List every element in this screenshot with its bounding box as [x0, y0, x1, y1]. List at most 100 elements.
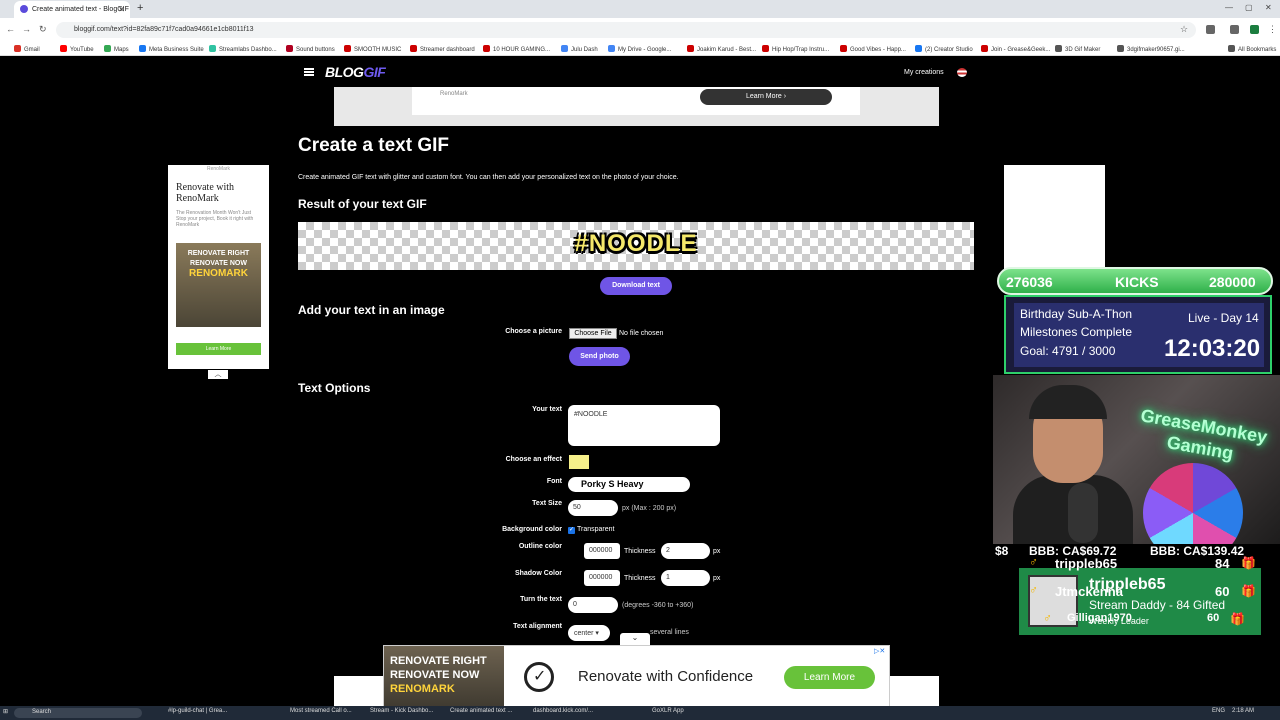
bookmark-favicon-icon: [209, 45, 216, 52]
bookmark-favicon-icon: [561, 45, 568, 52]
side-ad[interactable]: RenoMark Renovate with RenoMark The Reno…: [168, 165, 269, 369]
send-photo-button[interactable]: Send photo: [569, 347, 630, 366]
subathon-goal: Goal: 4791 / 3000: [1020, 344, 1116, 358]
bookmark-item[interactable]: YouTube: [60, 45, 94, 53]
bookmark-item[interactable]: SMOOTH MUSIC: [344, 45, 401, 53]
menu-kebab-icon[interactable]: ⋮: [1268, 24, 1277, 35]
bookmark-item[interactable]: Sound buttons: [286, 45, 335, 53]
outline-color-swatch[interactable]: [570, 544, 584, 558]
outline-thickness-input[interactable]: 2: [661, 543, 710, 559]
turn-text-input[interactable]: 0: [568, 597, 618, 613]
maximize-icon[interactable]: ▢: [1245, 3, 1253, 12]
choose-picture-label: Choose a picture: [505, 328, 562, 335]
extension-icon[interactable]: [1206, 25, 1215, 34]
forward-icon[interactable]: →: [22, 24, 31, 34]
bookmark-favicon-icon: [915, 45, 922, 52]
top-ad-banner[interactable]: RenoMark Learn More ›: [334, 87, 939, 126]
bookmark-item[interactable]: 10 HOUR GAMING...: [483, 45, 550, 53]
bottom-ad[interactable]: RENOVATE RIGHT RENOVATE NOW RENOMARK Ren…: [383, 645, 890, 709]
download-icon[interactable]: [1230, 25, 1239, 34]
bookmark-label: Good Vibes - Happ...: [850, 47, 906, 53]
reload-icon[interactable]: ↻: [39, 24, 47, 35]
language-indicator[interactable]: ENG: [1212, 708, 1225, 714]
url-field[interactable]: bloggif.com/text?id=82fa89c71f7cad0a9466…: [56, 22, 1196, 38]
browser-tab[interactable]: Create animated text - BlogGIF ✕: [14, 1, 130, 18]
font-select[interactable]: Porky S Heavy: [568, 477, 690, 492]
bookmark-item[interactable]: 3D Gif Maker: [1055, 45, 1100, 53]
leaderboard-name: trippleb65: [1055, 556, 1118, 571]
ad-choices-icon[interactable]: ▷✕: [874, 647, 885, 655]
bottom-ad-img-line2: RENOVATE NOW: [390, 669, 480, 681]
taskbar-app[interactable]: Most streamed Call o...: [290, 708, 352, 714]
extension-icon[interactable]: [1250, 25, 1259, 34]
leaderboard-row: ♂ Gilligan1970 60 🎁: [1025, 609, 1261, 631]
gif-preview: #NOODLE: [298, 222, 974, 270]
bookmark-item[interactable]: My Drive - Google...: [608, 45, 671, 53]
side-ad-learn-more-button[interactable]: Learn More: [176, 343, 261, 355]
taskbar-app[interactable]: dashboard.kick.com/...: [533, 708, 593, 714]
shadow-thickness-input[interactable]: 1: [661, 570, 710, 586]
bookmark-item[interactable]: Good Vibes - Happ...: [840, 45, 906, 53]
side-ad-title: Renovate with RenoMark: [176, 182, 235, 204]
new-tab-icon[interactable]: +: [137, 2, 143, 14]
no-file-text: No file chosen: [619, 330, 664, 337]
bookmark-item[interactable]: All Bookmarks: [1228, 45, 1276, 53]
bookmark-item[interactable]: 3dgifmaker90657.gi...: [1117, 45, 1185, 53]
text-size-input[interactable]: 50: [568, 500, 618, 516]
bookmark-item[interactable]: (2) Creator Studio: [915, 45, 973, 53]
bookmark-star-icon[interactable]: ☆: [1180, 24, 1188, 35]
bookmark-item[interactable]: Streamer dashboard: [410, 45, 475, 53]
taskbar-app[interactable]: GoXLR App: [652, 708, 684, 714]
bookmark-label: SMOOTH MUSIC: [354, 47, 402, 53]
tab-title: Create animated text - BlogGIF: [32, 6, 129, 13]
back-icon[interactable]: ←: [6, 24, 15, 34]
taskbar-app[interactable]: #lp-guild-chat | Grea...: [168, 708, 227, 714]
bookmark-item[interactable]: Streamlabs Dashbo...: [209, 45, 277, 53]
taskbar-app[interactable]: Create animated text ...: [450, 708, 512, 714]
bookmark-favicon-icon: [483, 45, 490, 52]
outline-color-input[interactable]: 000000: [584, 543, 620, 559]
bookmark-favicon-icon: [687, 45, 694, 52]
taskbar-app[interactable]: Stream - Kick Dashbo...: [370, 708, 433, 714]
bookmark-item[interactable]: Hip Hop/Trap Instru...: [762, 45, 829, 53]
effect-swatch[interactable]: [569, 455, 589, 469]
bloggif-logo[interactable]: BLOGGIF: [325, 64, 386, 80]
your-text-input[interactable]: #NOODLE: [568, 405, 720, 446]
transparent-checkbox[interactable]: ✓: [568, 527, 575, 534]
windows-taskbar: ⊞ Search #lp-guild-chat | Grea... Most s…: [0, 706, 1280, 720]
taskbar-search[interactable]: Search: [14, 708, 142, 718]
bookmark-item[interactable]: Joakim Karud - Best...: [687, 45, 756, 53]
download-text-button[interactable]: Download text: [600, 277, 672, 295]
bookmark-item[interactable]: Maps: [104, 45, 129, 53]
right-ad[interactable]: [1004, 165, 1105, 283]
bookmark-favicon-icon: [1117, 45, 1124, 52]
bloggif-favicon-icon: [20, 5, 28, 13]
webcam-feed: GreaseMonkey Gaming: [993, 375, 1280, 544]
bookmark-item[interactable]: Join - Grease&Geek...: [981, 45, 1050, 53]
collapse-ad-chevron-down-icon[interactable]: ⌄: [620, 633, 650, 645]
top-ad-learn-more-button[interactable]: Learn More ›: [700, 89, 832, 105]
bookmark-label: Join - Grease&Geek...: [991, 47, 1051, 53]
my-creations-link[interactable]: My creations: [904, 69, 944, 76]
hamburger-menu-icon[interactable]: [304, 68, 314, 76]
minimize-icon[interactable]: —: [1225, 3, 1233, 12]
text-alignment-select[interactable]: center ▾: [568, 625, 610, 641]
bbb-prefix: $8: [995, 544, 1009, 558]
bookmark-item[interactable]: Julu Dash: [561, 45, 598, 53]
bookmark-label: Meta Business Suite: [149, 47, 204, 53]
collapse-ad-chevron-up-icon[interactable]: ︿: [208, 370, 228, 379]
us-flag-icon[interactable]: [957, 68, 967, 77]
shadow-color-input[interactable]: 000000: [584, 570, 620, 586]
bookmark-label: 3dgifmaker90657.gi...: [1127, 47, 1185, 53]
start-icon[interactable]: ⊞: [3, 708, 8, 715]
clock[interactable]: 2:18 AM: [1232, 708, 1254, 714]
close-tab-icon[interactable]: ✕: [118, 5, 125, 14]
bookmark-item[interactable]: Gmail: [14, 45, 40, 53]
close-window-icon[interactable]: ✕: [1265, 3, 1272, 12]
bookmark-item[interactable]: Meta Business Suite: [139, 45, 204, 53]
bookmark-favicon-icon: [608, 45, 615, 52]
bottom-ad-learn-more-button[interactable]: Learn More: [784, 666, 875, 689]
choose-file-button[interactable]: Choose File: [569, 328, 617, 339]
turn-text-label: Turn the text: [520, 596, 562, 603]
shadow-color-swatch[interactable]: [570, 571, 584, 585]
